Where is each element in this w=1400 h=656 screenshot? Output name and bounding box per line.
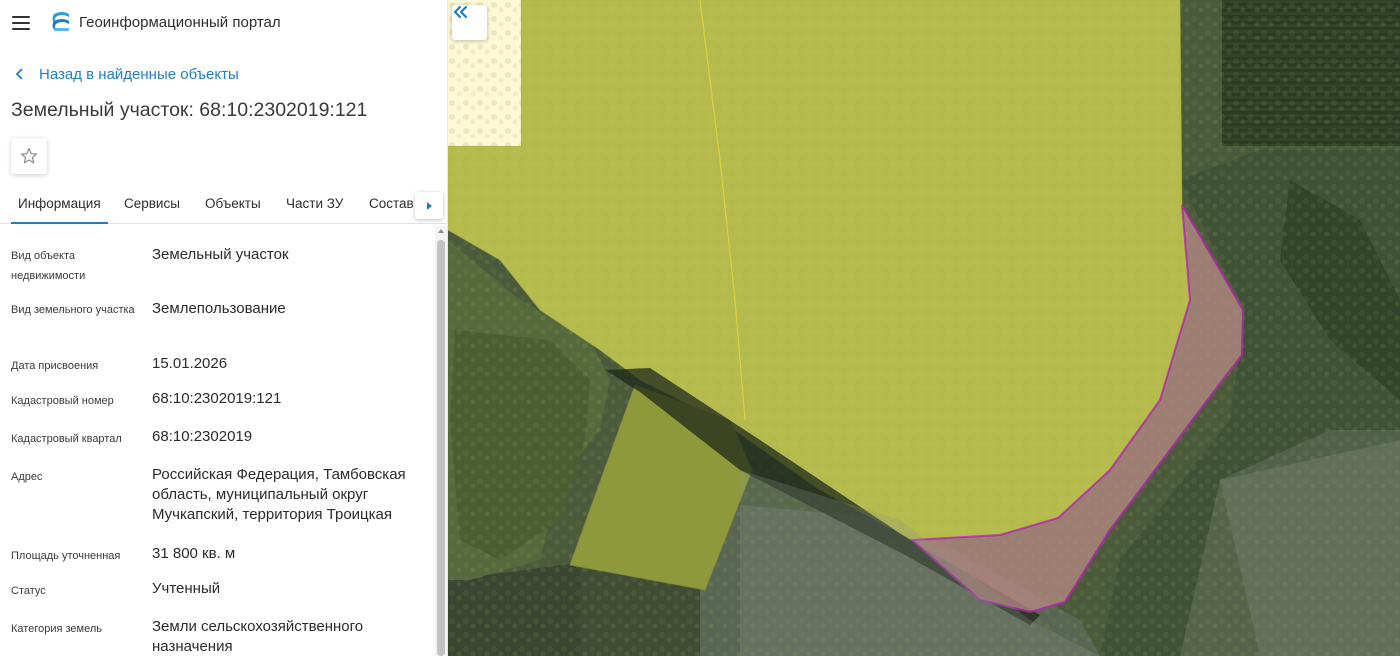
field-value: 68:10:2302019:121	[152, 390, 282, 407]
page-title: Земельный участок: 68:10:2302019:121	[11, 99, 368, 121]
tab-objects[interactable]: Объекты	[205, 186, 261, 223]
field-label: Кадастровый квартал	[11, 433, 122, 445]
info-scrollbar[interactable]	[435, 226, 447, 656]
favorite-button[interactable]	[11, 138, 47, 174]
hamburger-icon[interactable]	[12, 15, 32, 31]
info-table: Вид объекта недвижимости Земельный участ…	[0, 226, 434, 656]
tab-parcel-parts[interactable]: Части ЗУ	[286, 186, 343, 223]
tabs-scroll-next-button[interactable]	[415, 192, 443, 219]
map-view[interactable]	[448, 0, 1400, 656]
field-value: Землепользование	[152, 300, 286, 317]
address-value: Российская Федерация, Тамбовская область…	[152, 466, 406, 523]
field-value: Земельный участок	[152, 246, 289, 263]
field-value: 31 800 кв. м	[152, 545, 236, 562]
field-label: Адрес	[11, 471, 43, 483]
field-value: 68:10:2302019	[152, 428, 253, 445]
tab-information[interactable]: Информация	[11, 186, 108, 224]
star-outline-icon	[20, 147, 38, 164]
field-label: Статус	[11, 585, 46, 597]
object-info-panel: Геоинформационный портал Назад в найденн…	[0, 0, 448, 656]
field-label: Вид объекта недвижимости	[11, 250, 86, 282]
app-header: Геоинформационный портал	[0, 0, 447, 46]
satellite-map[interactable]	[448, 0, 1400, 656]
scroll-thumb[interactable]	[437, 240, 445, 656]
tab-services[interactable]: Сервисы	[124, 186, 180, 223]
app-title: Геоинформационный портал	[79, 14, 281, 31]
field-label: Кадастровый номер	[11, 395, 114, 407]
object-tabs: Информация Сервисы Объекты Части ЗУ Сост…	[0, 186, 447, 224]
portal-logo-icon	[52, 12, 69, 31]
back-link-label: Назад в найденные объекты	[39, 65, 239, 83]
status-value: Учтенный	[152, 580, 221, 597]
field-value: 15.01.2026	[152, 355, 228, 372]
double-chevron-left-icon	[453, 5, 468, 19]
chevron-left-icon	[15, 68, 23, 80]
triangle-right-icon	[427, 201, 432, 210]
field-label: Дата присвоения	[11, 360, 99, 372]
field-label: Вид земельного участка	[11, 304, 135, 316]
field-label: Категория земель	[11, 623, 102, 635]
scroll-up-arrow-icon[interactable]	[437, 226, 445, 236]
back-to-results-link[interactable]: Назад в найденные объекты	[14, 64, 239, 84]
tab-composition[interactable]: Состав	[369, 186, 414, 223]
field-value: Земли сельскохозяйственного назначения	[152, 618, 364, 655]
collapse-panel-button[interactable]	[452, 5, 487, 40]
field-label: Площадь уточненная	[11, 550, 121, 562]
